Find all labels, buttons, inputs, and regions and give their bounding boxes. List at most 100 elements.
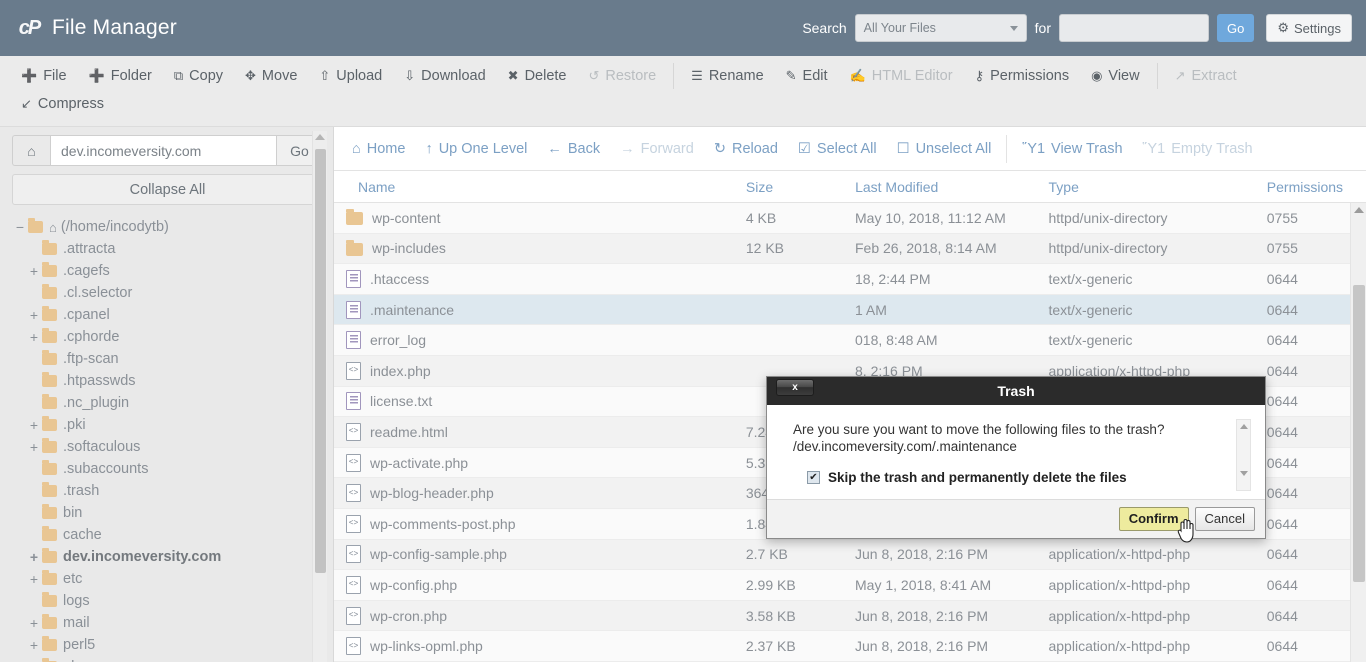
- column-header-name[interactable]: Name: [334, 179, 746, 195]
- table-row[interactable]: <> wp-config-sample.php 2.7 KB Jun 8, 2018,…: [334, 539, 1366, 571]
- collapse-all-button[interactable]: Collapse All: [12, 174, 323, 205]
- column-header-size[interactable]: Size: [746, 179, 855, 195]
- dialog-scrollbar[interactable]: [1236, 419, 1251, 491]
- settings-button[interactable]: ⚙ Settings: [1266, 14, 1352, 42]
- table-row[interactable]: <> wp-cron.php 3.58 KB Jun 8, 2018, 2:16 PM…: [334, 600, 1366, 632]
- nav-view-trash-button[interactable]: Ὕ1 View Trash: [1012, 137, 1132, 161]
- confirm-button[interactable]: Confirm: [1118, 507, 1189, 531]
- sidebar-scrollbar[interactable]: [312, 131, 327, 662]
- expand-icon[interactable]: +: [26, 571, 42, 587]
- expand-icon[interactable]: +: [26, 417, 42, 433]
- nav-reload-button[interactable]: ↻ Reload: [704, 137, 788, 161]
- expand-icon[interactable]: +: [26, 615, 42, 631]
- column-header-permissions[interactable]: Permissions: [1267, 179, 1366, 195]
- file-list-scrollbar-thumb[interactable]: [1353, 285, 1365, 582]
- search-input[interactable]: [1059, 14, 1210, 42]
- scroll-up-arrow-icon[interactable]: [1239, 424, 1248, 429]
- tree-node-.cagefs[interactable]: + .cagefs: [12, 260, 323, 282]
- nav-back-button[interactable]: ← Back: [537, 137, 610, 161]
- close-icon[interactable]: x: [776, 379, 814, 396]
- sidebar-scrollbar-thumb[interactable]: [315, 149, 326, 573]
- tree-node-.ftp-scan[interactable]: .ftp-scan: [12, 348, 323, 370]
- plus-icon: ➕: [88, 68, 105, 83]
- table-row[interactable]: <> wp-links-opml.php 2.37 KB Jun 8, 2018, 2…: [334, 631, 1366, 662]
- folder-icon: [42, 504, 57, 519]
- file-name-cell: .maintenance: [334, 300, 746, 319]
- file-type-cell: httpd/unix-directory: [1048, 209, 1168, 226]
- tree-node-.cl.selector[interactable]: .cl.selector: [12, 282, 323, 304]
- file-size-cell: 4 KB: [745, 209, 777, 226]
- table-row[interactable]: .maintenance 1 AM text/x-generic 0644: [334, 294, 1366, 326]
- toolbar-move-button[interactable]: ✥ Move: [234, 62, 308, 90]
- table-row[interactable]: <> wp-config.php 2.99 KB May 1, 2018, 8:41 …: [334, 570, 1366, 601]
- tree-node-.nc_plugin[interactable]: .nc_plugin: [12, 392, 323, 414]
- tree-node-mail[interactable]: + mail: [12, 612, 323, 634]
- toolbar-delete-button[interactable]: ✖ Delete: [497, 62, 578, 90]
- tree-node-.softaculous[interactable]: + .softaculous: [12, 436, 323, 458]
- scroll-up-arrow-icon[interactable]: [315, 134, 325, 140]
- toolbar-view-button[interactable]: ◉ View: [1080, 62, 1151, 90]
- expand-icon[interactable]: +: [26, 439, 42, 455]
- search-scope-select[interactable]: All Your Files: [854, 14, 1027, 42]
- search-go-button[interactable]: Go: [1217, 14, 1255, 42]
- nav-up-one-level-button[interactable]: ↑ Up One Level: [415, 137, 537, 161]
- folder-icon: [42, 306, 57, 321]
- expand-icon[interactable]: +: [26, 637, 42, 653]
- table-row[interactable]: wp-content 4 KB May 10, 2018, 11:12 AM http…: [334, 203, 1366, 234]
- file-list-scrollbar[interactable]: [1350, 203, 1366, 662]
- table-row[interactable]: .htaccess 18, 2:44 PM text/x-generic 0644: [334, 264, 1366, 295]
- home-icon[interactable]: ⌂: [12, 135, 50, 166]
- toolbar-item-label: Permissions: [990, 68, 1070, 84]
- cancel-button[interactable]: Cancel: [1194, 507, 1255, 531]
- tree-node-.cphorde[interactable]: + .cphorde: [12, 326, 323, 348]
- tree-node-homeincodytb[interactable]: − ⌂ (/home/incodytb): [12, 216, 323, 238]
- tree-node-logs[interactable]: logs: [12, 590, 323, 612]
- table-row[interactable]: wp-includes 12 KB Feb 26, 2018, 8:14 AM htt…: [334, 233, 1366, 265]
- tree-node-etc[interactable]: + etc: [12, 568, 323, 590]
- toolbar-file-button[interactable]: ➕ File: [10, 62, 78, 90]
- scroll-down-arrow-icon[interactable]: [1239, 471, 1248, 476]
- tree-node-dev.incomeversity.com[interactable]: + dev.incomeversity.com: [12, 546, 323, 568]
- tree-node-bin[interactable]: bin: [12, 502, 323, 524]
- scroll-up-arrow-icon[interactable]: [1353, 207, 1364, 213]
- collapse-icon[interactable]: −: [12, 219, 28, 235]
- download-icon: ⇩: [404, 68, 416, 83]
- path-input[interactable]: [50, 135, 277, 166]
- tree-node-php[interactable]: +php: [12, 656, 323, 662]
- nav-unselect-all-button[interactable]: ☐ Unselect All: [887, 137, 1002, 161]
- tree-node-.attracta[interactable]: .attracta: [12, 238, 323, 260]
- file-type-cell: text/x-generic: [1048, 332, 1133, 349]
- column-header-lastmodified[interactable]: Last Modified: [855, 179, 1048, 195]
- toolbar-permissions-button[interactable]: ⚷ Permissions: [964, 62, 1081, 90]
- expand-icon[interactable]: +: [26, 307, 42, 323]
- html-editor-icon: ✍: [849, 68, 866, 83]
- toolbar-folder-button[interactable]: ➕ Folder: [78, 62, 163, 90]
- tree-node-.pki[interactable]: + .pki: [12, 414, 323, 436]
- nav-item-label: View Trash: [1051, 140, 1123, 157]
- tree-node-perl5[interactable]: + perl5: [12, 634, 323, 656]
- tree-node-.subaccounts[interactable]: .subaccounts: [12, 458, 323, 480]
- toolbar-upload-button[interactable]: ⇧ Upload: [308, 62, 393, 90]
- toolbar-edit-button[interactable]: ✎ Edit: [775, 62, 839, 90]
- tree-node-cache[interactable]: cache: [12, 524, 323, 546]
- file-name-label: wp-config-sample.php: [370, 546, 507, 563]
- expand-icon[interactable]: +: [26, 329, 42, 345]
- toolbar-compress-button[interactable]: ↙ Compress: [10, 90, 115, 118]
- nav-home-button[interactable]: ⌂ Home: [342, 137, 415, 161]
- nav-select-all-button[interactable]: ☑ Select All: [788, 137, 887, 161]
- column-header-type[interactable]: Type: [1049, 179, 1267, 195]
- tree-node-.htpasswds[interactable]: .htpasswds: [12, 370, 323, 392]
- toolbar-copy-button[interactable]: ⧉ Copy: [163, 62, 234, 90]
- skip-trash-checkbox[interactable]: ✔: [807, 471, 820, 484]
- toolbar-rename-button[interactable]: ☰ Rename: [680, 62, 774, 90]
- toolbar-download-button[interactable]: ⇩ Download: [393, 62, 496, 90]
- file-type-cell: application/x-httpd-php: [1048, 638, 1191, 655]
- skip-trash-row[interactable]: ✔ Skip the trash and permanently delete …: [807, 470, 1247, 485]
- file-modified-cell: May 10, 2018, 11:12 AM: [855, 209, 1006, 226]
- table-row[interactable]: error_log 018, 8:48 AM text/x-generic 0644: [334, 325, 1366, 356]
- folder-icon: [42, 350, 57, 365]
- expand-icon[interactable]: +: [26, 549, 42, 565]
- tree-node-.cpanel[interactable]: + .cpanel: [12, 304, 323, 326]
- tree-node-.trash[interactable]: .trash: [12, 480, 323, 502]
- expand-icon[interactable]: +: [26, 263, 42, 279]
